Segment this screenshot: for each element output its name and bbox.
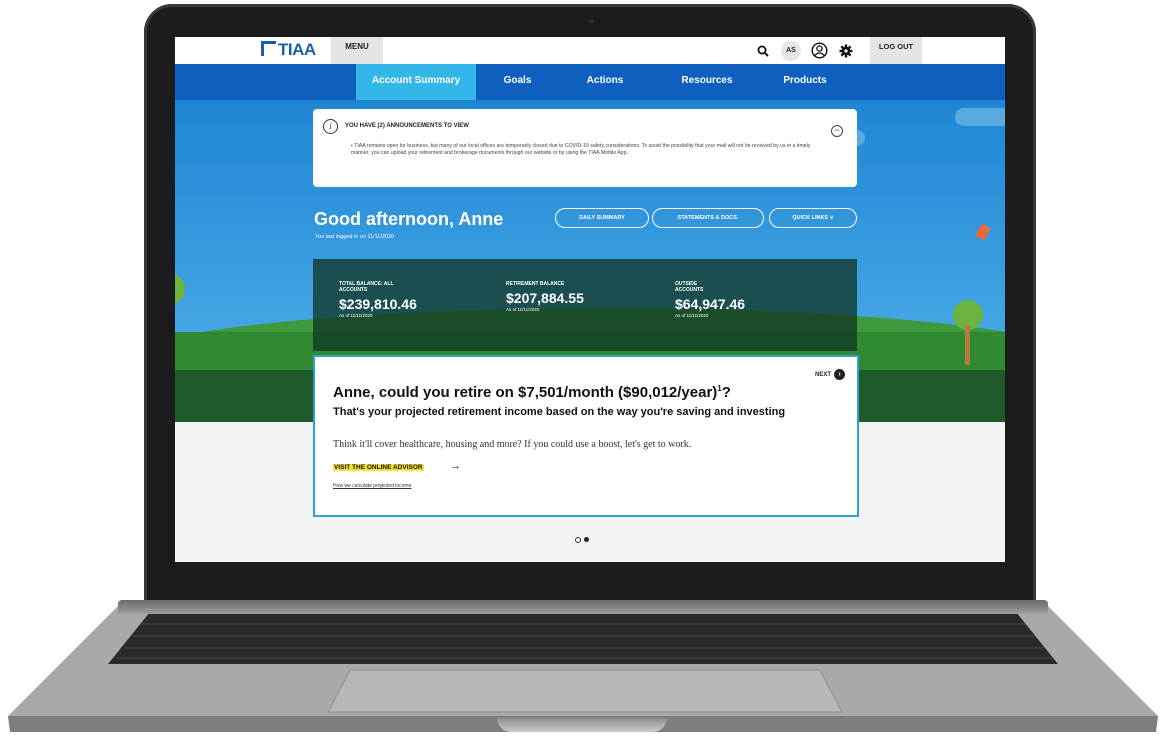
arrow-right-icon: › bbox=[834, 369, 846, 380]
online-advisor-link[interactable]: VISIT THE ONLINE ADVISOR bbox=[333, 464, 424, 471]
balances-panel: TOTAL BALANCE: ALL ACCOUNTS $239,810.46 … bbox=[313, 259, 857, 351]
balance-amount: $207,884.55 bbox=[506, 290, 584, 306]
announcement-panel: i YOU HAVE (2) ANNOUNCEMENTS TO VIEW − •… bbox=[313, 109, 857, 187]
search-icon[interactable] bbox=[754, 42, 772, 60]
main-nav: Account Summary Goals Actions Resources … bbox=[175, 64, 1005, 100]
greeting-title: Good afternoon, Anne bbox=[314, 209, 504, 229]
chevron-down-icon: ∨ bbox=[829, 215, 834, 221]
kite bbox=[975, 223, 991, 241]
cloud bbox=[955, 108, 1005, 126]
user-icon[interactable] bbox=[810, 42, 828, 60]
carousel-dots bbox=[575, 537, 589, 543]
statements-docs-button[interactable]: STATEMENTS & DOCS. bbox=[652, 208, 764, 228]
avatar[interactable]: AS bbox=[781, 40, 801, 61]
tab-goals[interactable]: Goals bbox=[480, 64, 555, 100]
tree bbox=[175, 275, 185, 303]
how-we-calculate-link[interactable]: How we calculate projected income bbox=[333, 483, 411, 489]
balance-amount: $64,947.46 bbox=[675, 296, 746, 312]
top-bar: TIAA MENU AS LOG OUT bbox=[175, 37, 1005, 64]
keyboard[interactable] bbox=[108, 612, 1058, 664]
logout-button[interactable]: LOG OUT bbox=[870, 37, 922, 64]
trackpad[interactable] bbox=[327, 669, 843, 713]
quick-links-button[interactable]: QUICK LINKS ∨ bbox=[769, 208, 857, 228]
screen: TIAA MENU AS LOG OUT Account Summary Goa… bbox=[175, 37, 1005, 562]
last-login: You last logged in on 11/11/2020 bbox=[315, 234, 395, 240]
tab-account-summary[interactable]: Account Summary bbox=[356, 64, 476, 100]
daily-summary-button[interactable]: DAILY SUMMARY bbox=[555, 208, 649, 228]
hinge bbox=[118, 600, 1048, 614]
next-button[interactable]: NEXT › bbox=[815, 369, 846, 380]
carousel-dot-active[interactable] bbox=[584, 537, 589, 542]
top-icons: AS bbox=[754, 37, 855, 64]
tiaa-logo-icon bbox=[261, 41, 276, 56]
projection-card: NEXT › Anne, could you retire on $7,501/m… bbox=[313, 355, 859, 517]
tiaa-logo[interactable]: TIAA bbox=[261, 40, 316, 60]
tree-trunk bbox=[965, 325, 970, 365]
balance-total[interactable]: TOTAL BALANCE: ALL ACCOUNTS $239,810.46 … bbox=[339, 281, 417, 318]
arrow-right-icon[interactable]: → bbox=[450, 460, 461, 472]
tab-actions[interactable]: Actions bbox=[565, 64, 645, 100]
carousel-dot[interactable] bbox=[575, 537, 581, 543]
balance-outside[interactable]: OUTSIDE ACCOUNTS $64,947.46 As of 11/11/… bbox=[675, 281, 745, 318]
announcement-body: • TIAA remains open for business, but ma… bbox=[351, 143, 811, 156]
projection-subhead: That's your projected retirement income … bbox=[333, 406, 786, 418]
info-icon: i bbox=[323, 119, 338, 134]
lid-notch bbox=[497, 718, 667, 732]
projection-headline: Anne, could you retire on $7,501/month (… bbox=[333, 384, 731, 401]
tab-resources[interactable]: Resources bbox=[657, 64, 757, 100]
balance-retirement[interactable]: RETIREMENT BALANCE $207,884.55 As of 11/… bbox=[506, 281, 584, 312]
menu-button[interactable]: MENU bbox=[331, 37, 383, 64]
balance-amount: $239,810.46 bbox=[339, 296, 417, 312]
projection-body: Think it'll cover healthcare, housing an… bbox=[333, 439, 692, 450]
tab-products[interactable]: Products bbox=[765, 64, 845, 100]
gear-icon[interactable] bbox=[837, 42, 855, 60]
collapse-icon[interactable]: − bbox=[831, 125, 843, 137]
announcement-title: YOU HAVE (2) ANNOUNCEMENTS TO VIEW bbox=[345, 123, 469, 129]
